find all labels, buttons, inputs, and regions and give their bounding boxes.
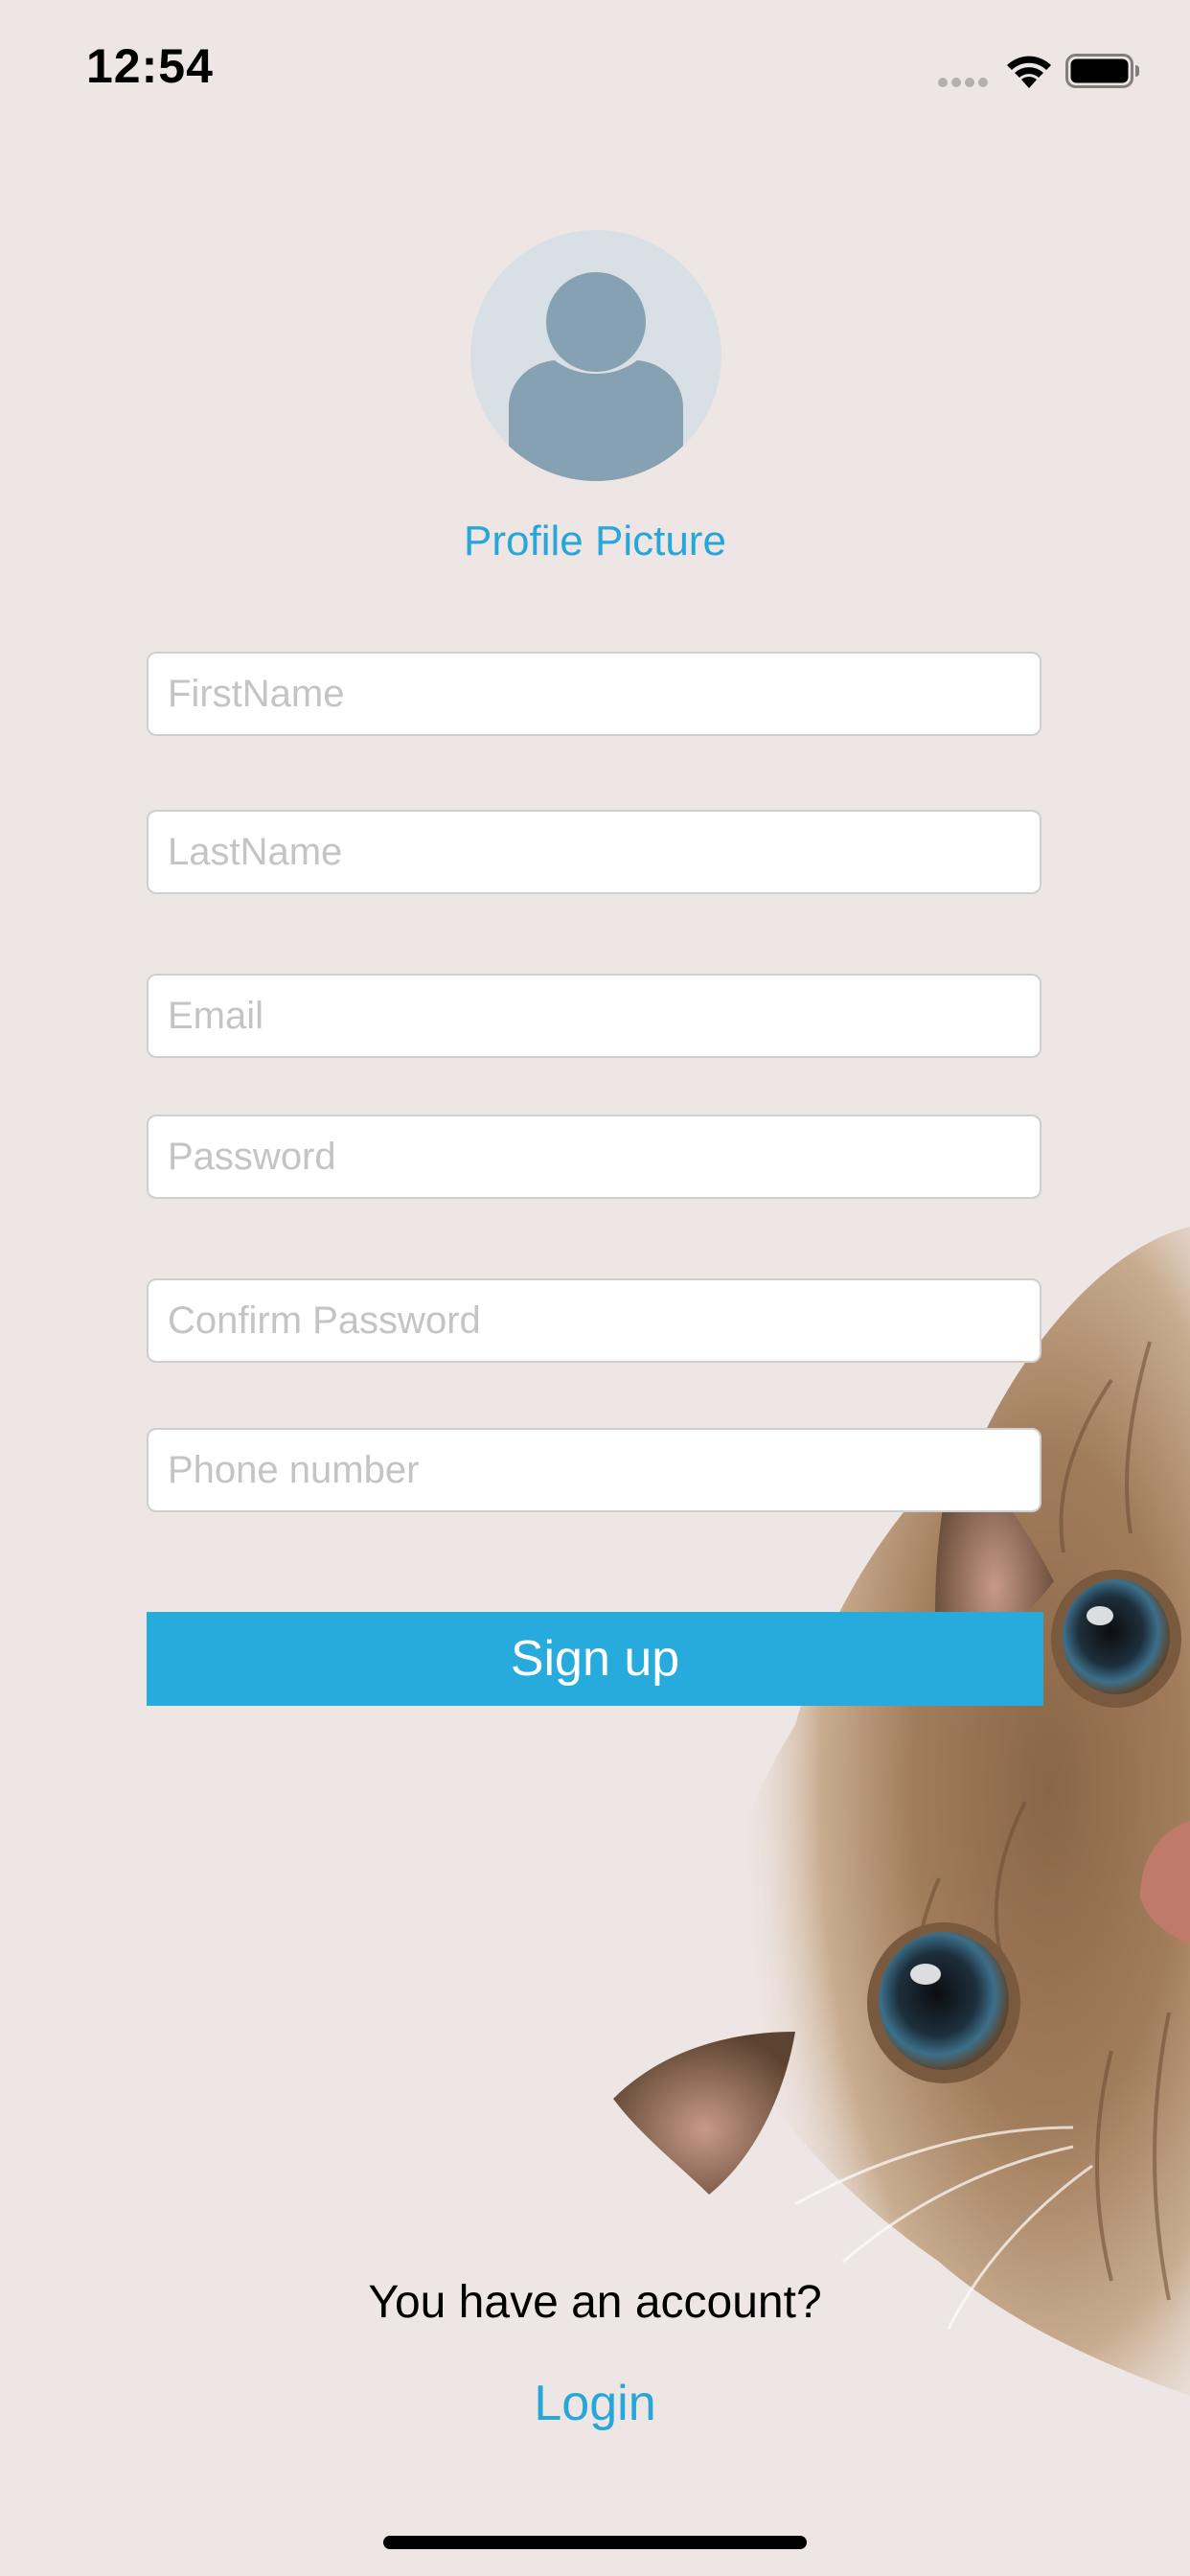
confirm-password-input[interactable] xyxy=(147,1278,1041,1363)
login-link[interactable]: Login xyxy=(0,2375,1190,2432)
person-silhouette-icon xyxy=(509,272,683,481)
account-prompt: You have an account? xyxy=(368,2277,822,2328)
status-bar: 12:54 xyxy=(0,0,1190,144)
avatar[interactable] xyxy=(470,230,721,481)
status-time: 12:54 xyxy=(86,39,214,93)
last-name-input[interactable] xyxy=(147,810,1041,894)
kitten-illustration xyxy=(613,1227,1190,2396)
sign-up-button[interactable]: Sign up xyxy=(147,1612,1043,1706)
wifi-icon xyxy=(1007,56,1051,88)
first-name-input[interactable] xyxy=(147,652,1041,736)
cellular-signal-icon xyxy=(938,78,988,87)
battery-icon xyxy=(1065,54,1139,88)
phone-number-input[interactable] xyxy=(147,1428,1041,1512)
home-indicator[interactable] xyxy=(383,2536,807,2549)
email-input[interactable] xyxy=(147,974,1041,1058)
profile-picture-link[interactable]: Profile Picture xyxy=(0,518,1190,565)
password-input[interactable] xyxy=(147,1115,1041,1199)
